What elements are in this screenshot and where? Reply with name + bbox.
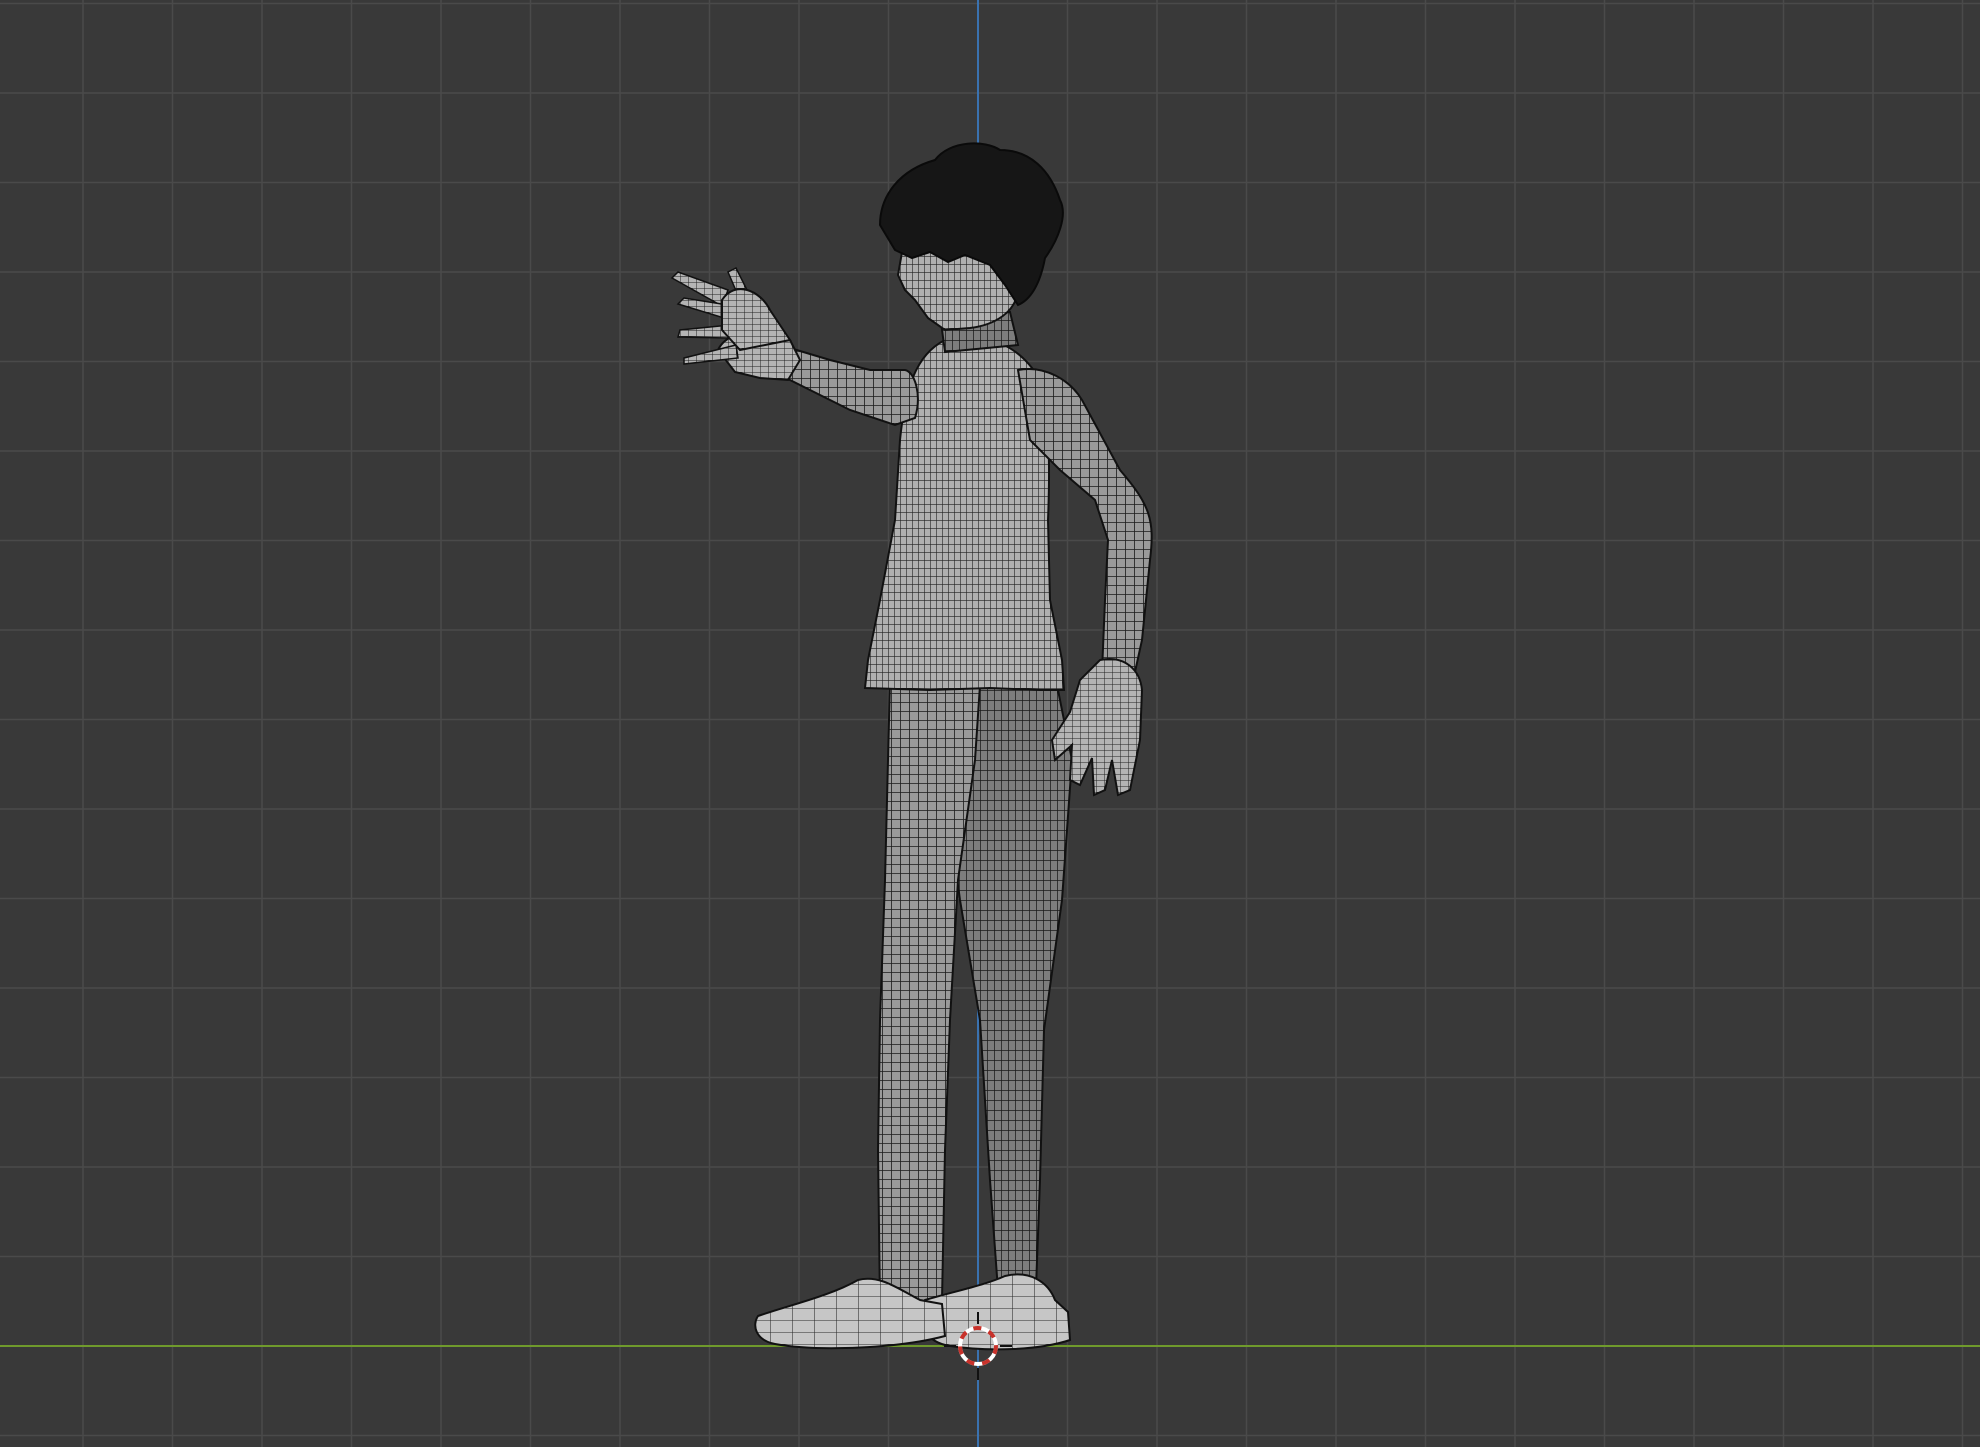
viewport-canvas[interactable] xyxy=(0,0,1980,1447)
front-leg xyxy=(876,678,982,1307)
palm xyxy=(721,288,792,352)
3d-viewport[interactable] xyxy=(0,0,1980,1447)
character-mesh[interactable] xyxy=(670,142,1153,1351)
